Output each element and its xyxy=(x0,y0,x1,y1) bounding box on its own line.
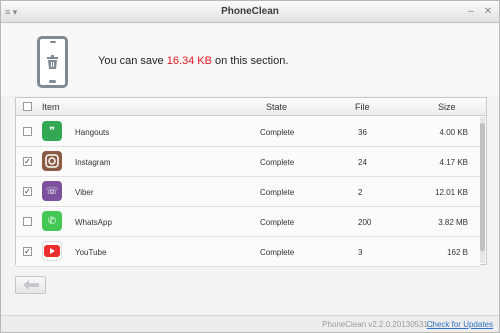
list-item[interactable]: ❞ Hangouts Complete 36 4.00 KB xyxy=(16,117,480,147)
list-scrollbar[interactable] xyxy=(480,117,485,263)
app-file-count: 3 xyxy=(358,248,363,257)
app-state: Complete xyxy=(260,128,295,137)
check-updates-link[interactable]: Check for Updates xyxy=(427,320,493,329)
minimize-icon[interactable]: – xyxy=(466,5,476,19)
app-size: 12.01 KB xyxy=(435,188,468,197)
list-item[interactable]: ✆ WhatsApp Complete 200 3.82 MB xyxy=(16,207,480,237)
status-footer: PhoneClean v2.2.0.20130531 | Check for U… xyxy=(1,315,499,332)
save-message: You can save 16.34 KB on this section. xyxy=(98,55,288,67)
column-file[interactable]: File xyxy=(355,102,370,112)
scroll-thumb[interactable] xyxy=(480,123,485,251)
back-arrow-icon xyxy=(23,280,39,290)
window-title: PhoneClean xyxy=(221,6,279,17)
viber-icon: ☏ xyxy=(42,181,62,201)
window-controls: – ✕ xyxy=(466,5,493,19)
app-size: 162 B xyxy=(447,248,468,257)
app-name: YouTube xyxy=(75,248,107,257)
column-size[interactable]: Size xyxy=(438,102,456,112)
app-list: Item State File Size ❞ Hangouts Complete… xyxy=(15,97,487,267)
app-name: WhatsApp xyxy=(75,218,112,227)
app-file-count: 24 xyxy=(358,158,367,167)
save-amount: 16.34 KB xyxy=(166,55,212,67)
close-icon[interactable]: ✕ xyxy=(483,5,493,19)
row-checkbox[interactable] xyxy=(23,217,32,226)
app-state: Complete xyxy=(260,158,295,167)
app-state: Complete xyxy=(260,188,295,197)
youtube-icon xyxy=(42,241,62,261)
app-file-count: 200 xyxy=(358,218,372,227)
app-window: ≡ ▾ PhoneClean – ✕ You can save 16.34 KB… xyxy=(0,0,500,333)
list-item[interactable]: ✓ ☏ Viber Complete 2 12.01 KB xyxy=(16,177,480,207)
column-state[interactable]: State xyxy=(266,102,287,112)
app-size: 4.17 KB xyxy=(439,158,468,167)
list-item[interactable]: ✓ YouTube Complete 3 162 B xyxy=(16,237,480,267)
back-button[interactable] xyxy=(15,276,46,294)
instagram-icon xyxy=(42,151,62,171)
row-checkbox[interactable] xyxy=(23,127,32,136)
hangouts-icon: ❞ xyxy=(42,121,62,141)
whatsapp-icon: ✆ xyxy=(42,211,62,231)
app-state: Complete xyxy=(260,248,295,257)
app-name: Viber xyxy=(75,188,94,197)
summary-header: You can save 16.34 KB on this section. xyxy=(1,24,499,96)
app-name: Instagram xyxy=(75,158,111,167)
phone-trash-icon xyxy=(37,36,68,88)
row-checkbox[interactable]: ✓ xyxy=(23,187,32,196)
list-header: Item State File Size xyxy=(16,98,486,116)
app-file-count: 2 xyxy=(358,188,363,197)
select-all-checkbox[interactable] xyxy=(23,102,32,111)
row-checkbox[interactable]: ✓ xyxy=(23,247,32,256)
app-name: Hangouts xyxy=(75,128,110,137)
save-message-prefix: You can save xyxy=(98,55,167,67)
app-file-count: 36 xyxy=(358,128,367,137)
title-bar: ≡ ▾ PhoneClean – ✕ xyxy=(1,1,499,23)
save-message-suffix: on this section. xyxy=(211,55,289,67)
list-item[interactable]: ✓ Instagram Complete 24 4.17 KB xyxy=(16,147,480,177)
app-state: Complete xyxy=(260,218,295,227)
app-size: 3.82 MB xyxy=(438,218,468,227)
version-label: PhoneClean v2.2.0.20130531 xyxy=(322,320,428,329)
trash-icon xyxy=(47,55,58,69)
column-item[interactable]: Item xyxy=(42,102,60,112)
row-checkbox[interactable]: ✓ xyxy=(23,157,32,166)
app-size: 4.00 KB xyxy=(439,128,468,137)
